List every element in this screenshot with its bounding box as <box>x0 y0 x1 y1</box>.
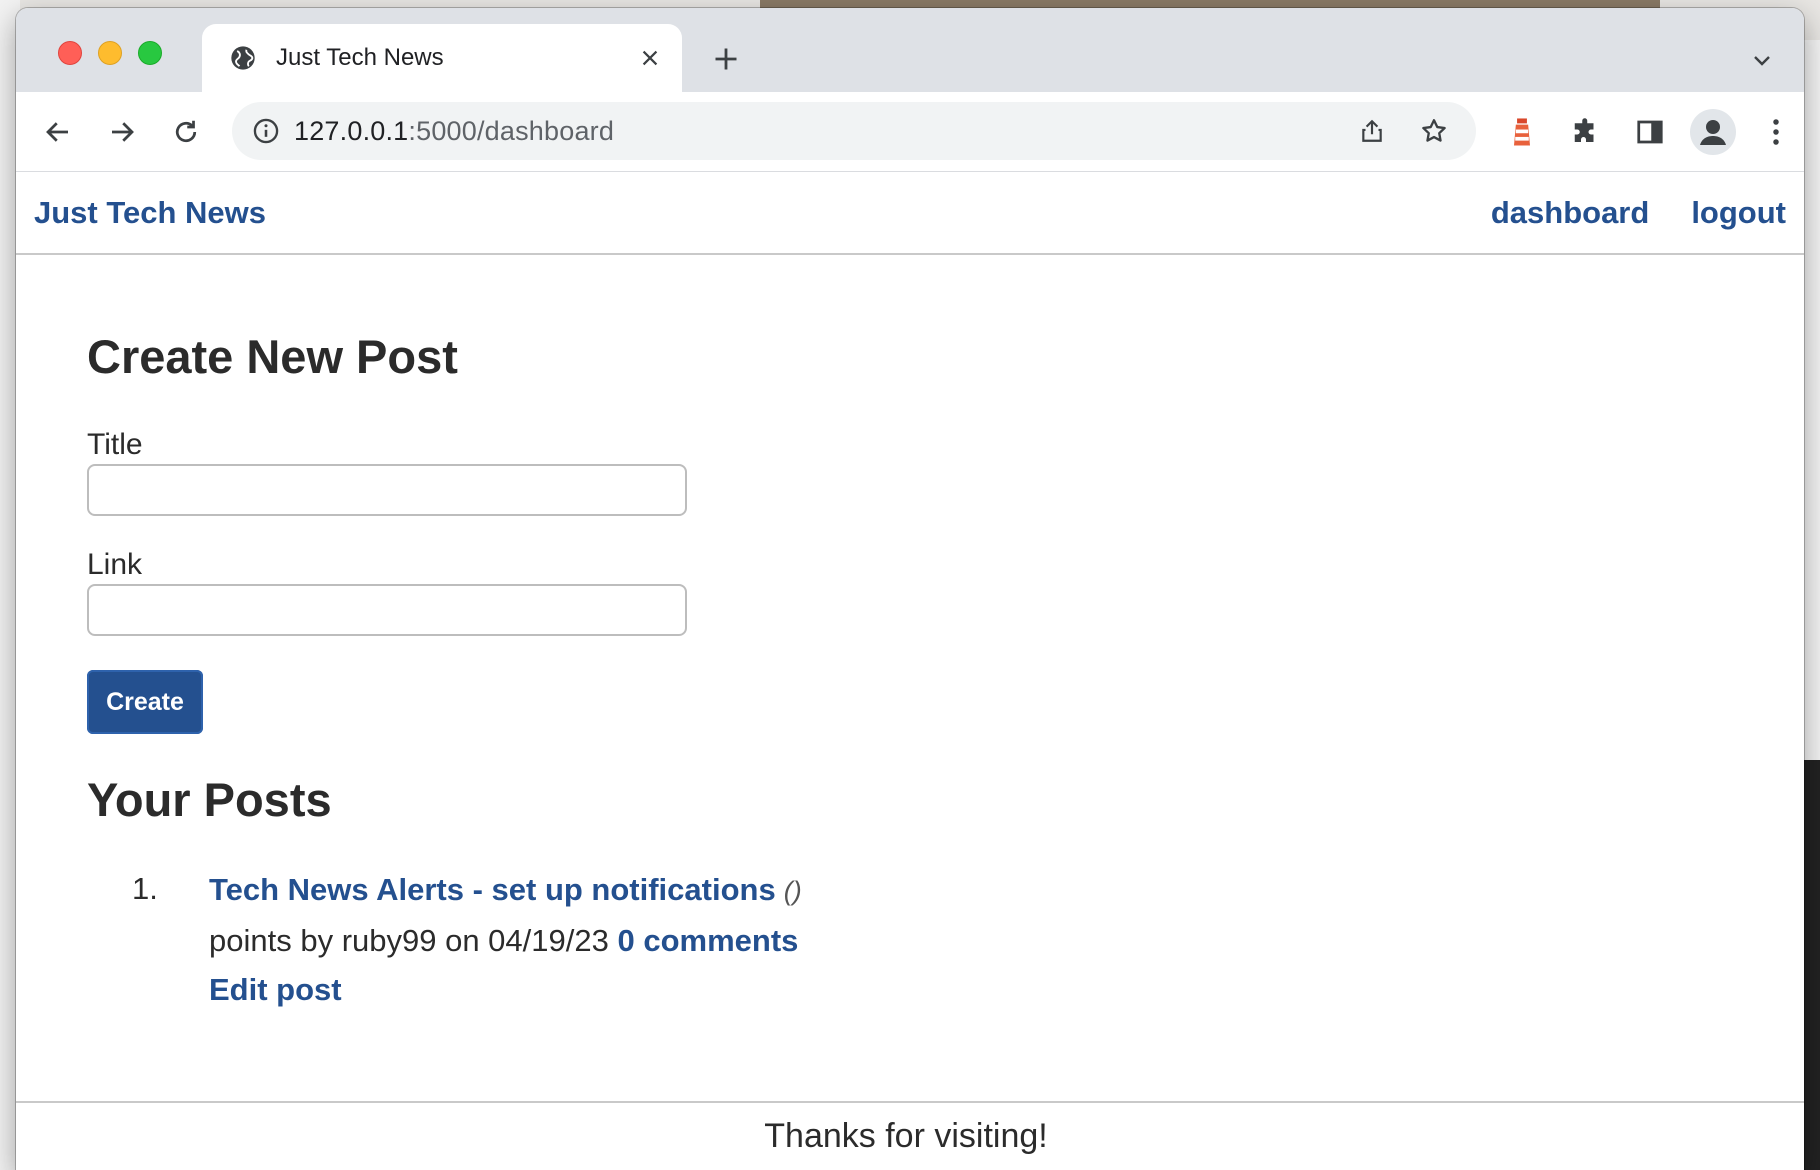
post-title-link[interactable]: Tech News Alerts - set up notifications <box>209 872 776 907</box>
your-posts-heading: Your Posts <box>87 773 332 826</box>
forward-arrow-icon[interactable] <box>102 112 142 152</box>
list-item: Tech News Alerts - set up notifications(… <box>209 871 1804 1008</box>
globe-icon <box>228 43 258 73</box>
url-text[interactable]: 127.0.0.1:5000/dashboard <box>294 116 1352 147</box>
post-domain: () <box>783 876 802 906</box>
site-footer: Thanks for visiting! <box>16 1101 1804 1170</box>
reload-icon[interactable] <box>166 112 206 152</box>
browser-window: Just Tech News 127.0.0.1:5000/dashboard <box>16 8 1804 1170</box>
post-number: 1. <box>132 871 158 906</box>
puzzle-icon[interactable] <box>1566 112 1606 152</box>
profile-icon[interactable] <box>1690 109 1736 155</box>
post-title-row: Tech News Alerts - set up notifications(… <box>209 871 1804 910</box>
post-meta-text: points by ruby99 on 04/19/23 <box>209 923 609 958</box>
info-icon[interactable] <box>250 115 282 147</box>
browser-toolbar: 127.0.0.1:5000/dashboard <box>16 92 1804 172</box>
main-content: Create New Post Title Link Create Your P… <box>16 255 1804 1008</box>
post-comments-link[interactable]: 0 comments <box>617 923 798 958</box>
post-list: 1. Tech News Alerts - set up notificatio… <box>87 871 1804 1008</box>
kebab-menu-icon[interactable] <box>1756 112 1796 152</box>
url-host: 127.0.0.1 <box>294 115 409 146</box>
edit-post-link[interactable]: Edit post <box>209 972 342 1008</box>
title-label: Title <box>87 428 143 461</box>
site-nav: dashboard logout <box>1491 195 1786 231</box>
tab-just-tech-news[interactable]: Just Tech News <box>202 24 682 92</box>
create-button[interactable]: Create <box>87 670 203 734</box>
tab-strip: Just Tech News <box>16 8 1804 92</box>
tab-title: Just Tech News <box>276 44 444 71</box>
address-bar[interactable]: 127.0.0.1:5000/dashboard <box>232 102 1476 160</box>
create-post-section: Create New Post Title Link Create <box>87 329 1804 734</box>
desktop-background-right-dark <box>1802 760 1820 1170</box>
star-icon[interactable] <box>1414 111 1454 151</box>
link-input[interactable] <box>87 584 687 636</box>
footer-text: Thanks for visiting! <box>764 1117 1048 1155</box>
nav-logout-link[interactable]: logout <box>1691 195 1786 231</box>
maximize-window-button[interactable] <box>138 41 162 65</box>
side-panel-icon[interactable] <box>1630 112 1670 152</box>
nav-dashboard-link[interactable]: dashboard <box>1491 195 1649 231</box>
site-header: Just Tech News dashboard logout <box>16 173 1804 255</box>
title-input[interactable] <box>87 464 687 516</box>
minimize-window-button[interactable] <box>98 41 122 65</box>
create-post-heading: Create New Post <box>87 330 458 383</box>
brand-link[interactable]: Just Tech News <box>34 195 266 231</box>
url-path: :5000/dashboard <box>408 115 615 146</box>
back-arrow-icon[interactable] <box>38 112 78 152</box>
web-page: Just Tech News dashboard logout Create N… <box>16 173 1804 1170</box>
post-meta: points by ruby99 on 04/19/23 0 comments <box>209 922 1804 960</box>
chevron-down-icon[interactable] <box>1748 46 1776 74</box>
share-icon[interactable] <box>1352 111 1392 151</box>
your-posts-section: Your Posts 1. Tech News Alerts - set up … <box>87 772 1804 1008</box>
lighthouse-icon[interactable] <box>1502 112 1542 152</box>
link-label: Link <box>87 548 143 581</box>
plus-icon[interactable] <box>708 41 744 77</box>
close-window-button[interactable] <box>58 41 82 65</box>
close-icon[interactable] <box>628 36 672 80</box>
